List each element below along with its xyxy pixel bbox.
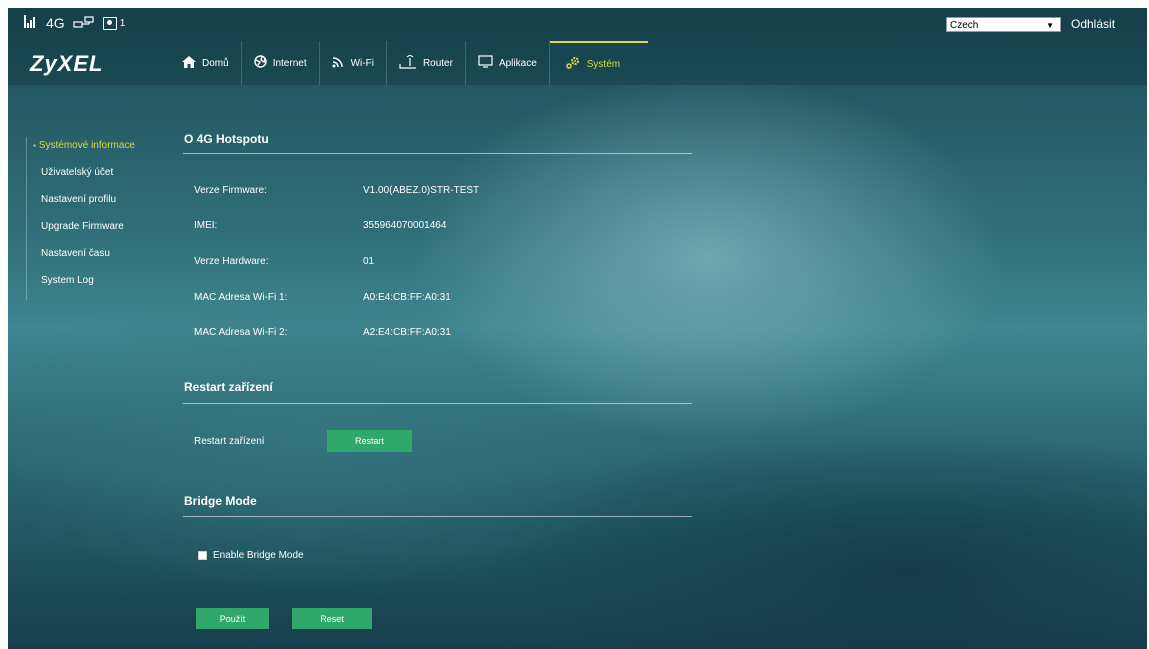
tab-router-label: Router [422, 57, 453, 69]
tab-home-label: Domů [202, 57, 229, 69]
restart-label: Restart zařízení [194, 436, 265, 447]
tab-apps-label: Aplikace [498, 57, 537, 69]
status-icons: 4G 1 [24, 15, 125, 31]
language-select-value: Czech [950, 20, 979, 31]
section-title-bridge: Bridge Mode [184, 494, 257, 508]
status-bar: 4G 1 Czech ▼ Odhlásit [8, 8, 1147, 41]
tab-wifi-label: Wi-Fi [350, 57, 374, 69]
tab-system[interactable]: Systém [549, 41, 649, 85]
logout-link[interactable]: Odhlásit [1071, 17, 1115, 31]
sidebar-item-time-settings[interactable]: Nastavení času [27, 245, 135, 272]
sidebar-item-system-info[interactable]: Systémové informace [27, 137, 135, 164]
info-label-mac-wifi2: MAC Adresa Wi-Fi 2: [194, 327, 288, 338]
sidebar-item-system-log[interactable]: System Log [27, 272, 135, 299]
sidebar-item-profile-settings[interactable]: Nastavení profilu [27, 191, 135, 218]
info-label-firmware: Verze Firmware: [194, 185, 267, 196]
info-value-imei: 355964070001464 [363, 220, 447, 231]
apply-button[interactable]: Použít [196, 608, 269, 629]
signal-strength-icon [24, 15, 38, 31]
info-value-firmware: V1.00(ABEZ.0)STR-TEST [363, 185, 480, 196]
sidebar-item-upgrade-firmware[interactable]: Upgrade Firmware [27, 218, 135, 245]
monitor-icon [478, 55, 493, 71]
gear-icon [566, 56, 581, 72]
sidebar: Systémové informace Uživatelský účet Nas… [26, 137, 135, 300]
network-type-label: 4G [46, 15, 65, 31]
tab-apps[interactable]: Aplikace [466, 41, 550, 85]
section-divider [183, 516, 692, 517]
brand-logo: ZyXEL [30, 51, 104, 76]
restart-button[interactable]: Restart [327, 430, 412, 452]
bridge-mode-label: Enable Bridge Mode [213, 550, 304, 561]
lan-icon [73, 15, 95, 31]
main-tabs: Domů Internet Wi-Fi Router Aplikace Syst… [170, 41, 649, 85]
tab-wifi[interactable]: Wi-Fi [320, 41, 387, 85]
section-divider [183, 153, 692, 154]
section-divider [183, 403, 692, 404]
router-icon [399, 54, 417, 72]
tab-home[interactable]: Domů [170, 41, 242, 85]
wifi-icon [332, 56, 345, 71]
info-label-hardware: Verze Hardware: [194, 256, 269, 267]
sidebar-item-user-account[interactable]: Uživatelský účet [27, 164, 135, 191]
info-value-mac-wifi1: A0:E4:CB:FF:A0:31 [363, 292, 451, 303]
chevron-down-icon: ▼ [1046, 21, 1054, 30]
globe-icon [253, 55, 267, 71]
home-icon [182, 55, 196, 71]
tab-router[interactable]: Router [387, 41, 466, 85]
bridge-mode-option: Enable Bridge Mode [198, 550, 304, 561]
app-frame: 4G 1 Czech ▼ Odhlásit ZyXEL Domů Interne… [8, 8, 1147, 649]
tab-internet[interactable]: Internet [242, 41, 320, 85]
info-value-hardware: 01 [363, 256, 375, 267]
info-label-imei: IMEI: [194, 220, 218, 231]
reset-button[interactable]: Reset [292, 608, 372, 629]
device-count: 1 [119, 17, 126, 29]
info-label-mac-wifi1: MAC Adresa Wi-Fi 1: [194, 292, 288, 303]
user-device-icon [102, 16, 117, 30]
tab-system-label: Systém [586, 58, 621, 70]
section-title-restart: Restart zařízení [184, 380, 273, 394]
language-select[interactable]: Czech ▼ [946, 17, 1061, 32]
info-value-mac-wifi2: A2:E4:CB:FF:A0:31 [363, 327, 451, 338]
tab-internet-label: Internet [272, 57, 307, 69]
bridge-mode-checkbox[interactable] [198, 551, 207, 560]
section-title-about: O 4G Hotspotu [184, 132, 269, 146]
